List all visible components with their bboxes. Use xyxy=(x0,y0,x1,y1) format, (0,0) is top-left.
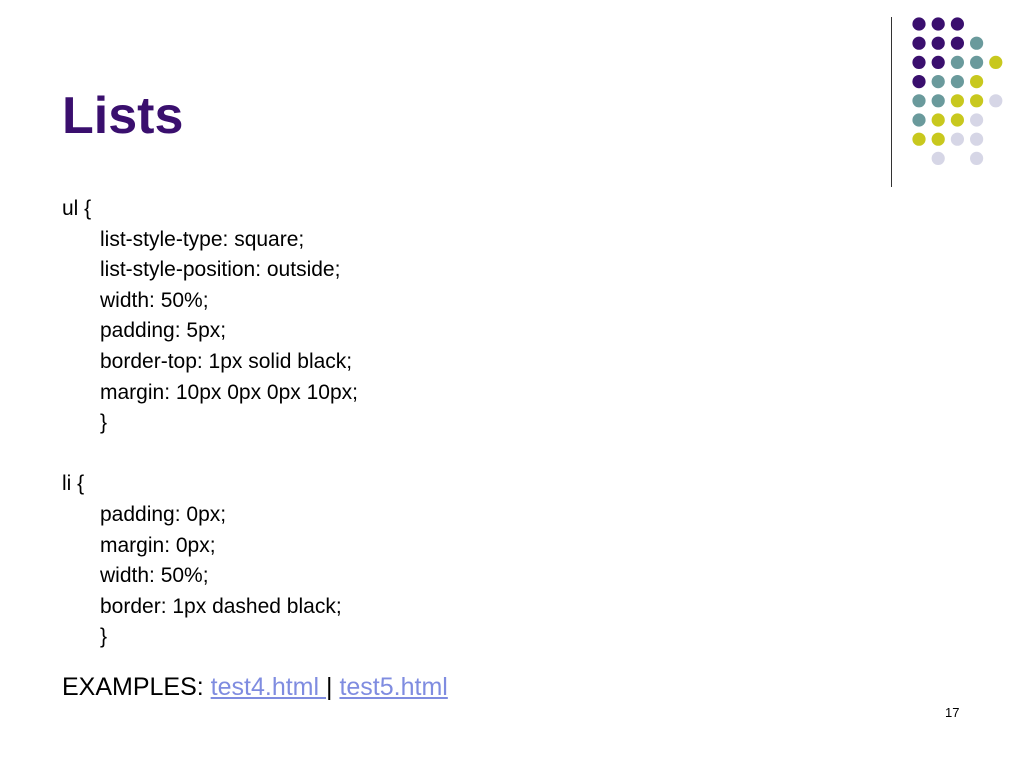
decorative-dot xyxy=(989,55,1003,69)
decorative-dot xyxy=(989,94,1003,108)
decorative-dot xyxy=(931,151,945,165)
decorative-dot xyxy=(912,17,926,31)
decorative-dot xyxy=(931,55,945,69)
decorative-dot xyxy=(970,113,984,127)
examples-label: EXAMPLES: xyxy=(62,673,211,701)
code-line: ul { xyxy=(62,197,92,220)
decorative-dot xyxy=(912,94,926,108)
decorative-dot xyxy=(970,55,984,69)
code-line: width: 50%; xyxy=(100,564,209,588)
examples-line: EXAMPLES: test4.html | test5.html xyxy=(62,671,448,703)
decorative-dot xyxy=(931,17,945,31)
decorative-dot xyxy=(950,55,965,69)
decorative-dot xyxy=(912,113,926,127)
decorative-dot xyxy=(970,75,984,89)
code-line: margin: 0px; xyxy=(100,533,216,557)
decorative-dot xyxy=(950,75,965,89)
code-line: list-style-type: square; xyxy=(100,227,305,251)
decorative-dot xyxy=(950,17,965,31)
link-test5[interactable]: test5.html xyxy=(339,673,447,701)
decorative-dot xyxy=(970,36,984,50)
decorative-dot xyxy=(931,113,945,127)
decorative-dot xyxy=(950,113,965,127)
decorative-dot xyxy=(912,75,926,89)
code-line: } xyxy=(100,411,108,435)
decorative-dot xyxy=(970,94,984,108)
decorative-dot xyxy=(912,55,926,69)
code-line: width: 50%; xyxy=(100,288,209,312)
code-line: padding: 0px; xyxy=(100,502,227,526)
decorative-dot xyxy=(970,151,984,165)
css-code-block: ul { list-style-type: square; list-style-p… xyxy=(62,194,358,653)
page-number: 17 xyxy=(945,705,960,720)
decorative-dot xyxy=(950,94,965,108)
decorative-dot xyxy=(931,75,945,89)
examples-separator: | xyxy=(326,673,333,701)
link-test4[interactable]: test4.html xyxy=(211,673,326,701)
decorative-dot xyxy=(950,132,965,146)
code-line: list-style-position: outside; xyxy=(100,258,341,282)
decorative-dot xyxy=(950,36,965,50)
decorative-dot xyxy=(912,132,926,146)
code-line: li { xyxy=(62,472,85,496)
vertical-divider xyxy=(891,17,892,187)
code-line: padding: 5px; xyxy=(100,319,227,343)
decorative-dot xyxy=(970,132,984,146)
decorative-dot xyxy=(931,36,945,50)
decorative-dot xyxy=(912,36,926,50)
code-line: border: 1px dashed black; xyxy=(100,594,342,618)
slide: Lists ul { list-style-type: square; list-s… xyxy=(0,0,1024,768)
code-line: } xyxy=(100,625,108,649)
decorative-dot xyxy=(931,132,945,146)
decorative-dot xyxy=(931,94,945,108)
slide-title: Lists xyxy=(62,87,184,145)
code-line: margin: 10px 0px 0px 10px; xyxy=(100,380,358,404)
code-line: border-top: 1px solid black; xyxy=(100,349,353,373)
